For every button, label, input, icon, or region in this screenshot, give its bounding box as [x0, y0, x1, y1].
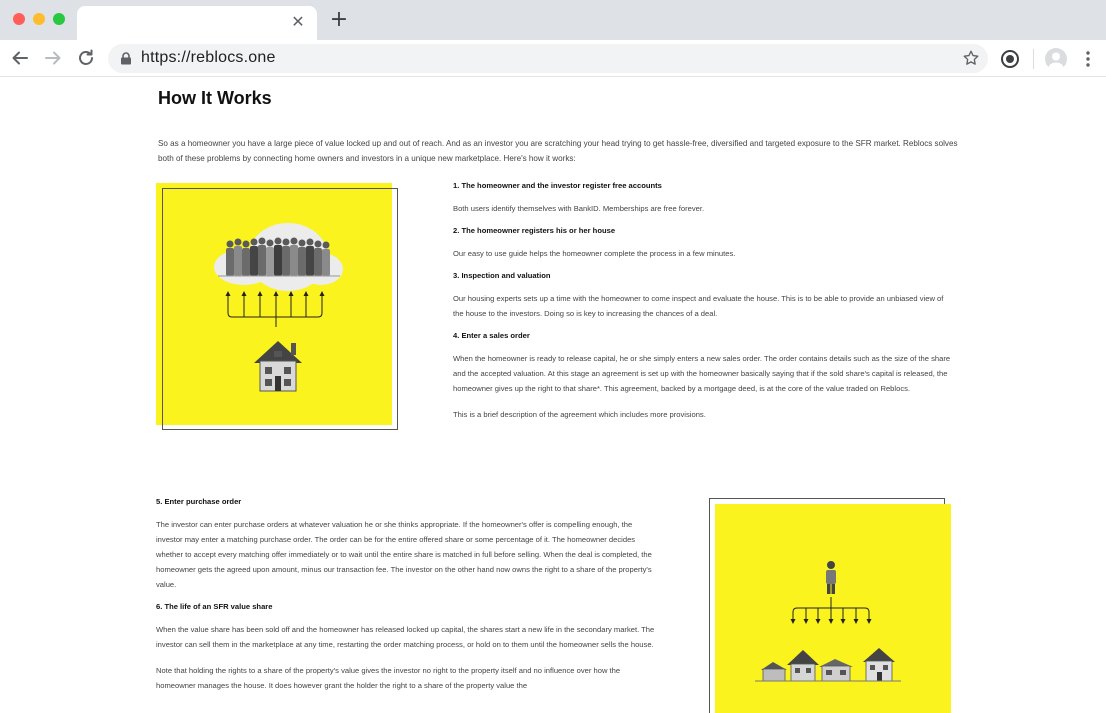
extension-icon[interactable]	[1000, 49, 1020, 69]
page-title: How It Works	[158, 88, 272, 108]
footnote: This is a brief description of the agree…	[453, 410, 706, 419]
active-tab[interactable]: ✕	[77, 6, 317, 40]
profile-avatar-icon[interactable]	[1045, 48, 1067, 70]
step-body: When the value share has been sold off a…	[156, 625, 655, 649]
note-paragraph: Note that holding the rights to a share …	[156, 666, 621, 690]
illustration-frame	[162, 188, 398, 430]
maximize-window-button[interactable]	[53, 13, 65, 25]
close-window-button[interactable]	[13, 13, 25, 25]
address-bar[interactable]: https://reblocs.one	[108, 44, 988, 73]
tab-strip: ✕ +	[0, 0, 1106, 40]
reload-icon[interactable]	[75, 47, 97, 69]
step-body: Both users identify themselves with Bank…	[453, 204, 705, 213]
step-body: Our easy to use guide helps the homeowne…	[453, 249, 736, 258]
lock-icon	[121, 52, 131, 65]
toolbar-separator	[1033, 49, 1034, 69]
illustration-investor-to-houses	[715, 504, 951, 713]
browser-toolbar: https://reblocs.one	[0, 40, 1106, 77]
intro-paragraph: So as a homeowner you have a large piece…	[158, 139, 958, 163]
page-content: How It Works So as a homeowner you have …	[0, 78, 1106, 713]
bookmark-star-icon[interactable]	[962, 49, 980, 67]
forward-arrow-icon[interactable]	[42, 47, 64, 69]
step-body: When the homeowner is ready to release c…	[453, 354, 951, 393]
investor-and-houses-illustration	[755, 561, 901, 682]
back-arrow-icon[interactable]	[9, 47, 31, 69]
steps-list-1-4: 1. The homeowner and the investor regist…	[453, 180, 953, 422]
step-title: 4. Enter a sales order	[453, 331, 530, 340]
step-title: 6. The life of an SFR value share	[156, 602, 273, 611]
tab-close-icon[interactable]: ✕	[289, 13, 307, 31]
step-body: Our housing experts sets up a time with …	[453, 294, 944, 318]
steps-list-5-6: 5. Enter purchase order The investor can…	[156, 496, 656, 693]
url-text: https://reblocs.one	[141, 49, 276, 66]
step-title: 3. Inspection and valuation	[453, 271, 551, 280]
more-menu-icon[interactable]	[1081, 49, 1095, 69]
step-title: 5. Enter purchase order	[156, 497, 242, 506]
minimize-window-button[interactable]	[33, 13, 45, 25]
step-body: The investor can enter purchase orders a…	[156, 520, 652, 589]
step-title: 2. The homeowner registers his or her ho…	[453, 226, 616, 235]
new-tab-button[interactable]: +	[329, 9, 349, 31]
step-title: 1. The homeowner and the investor regist…	[453, 181, 662, 190]
